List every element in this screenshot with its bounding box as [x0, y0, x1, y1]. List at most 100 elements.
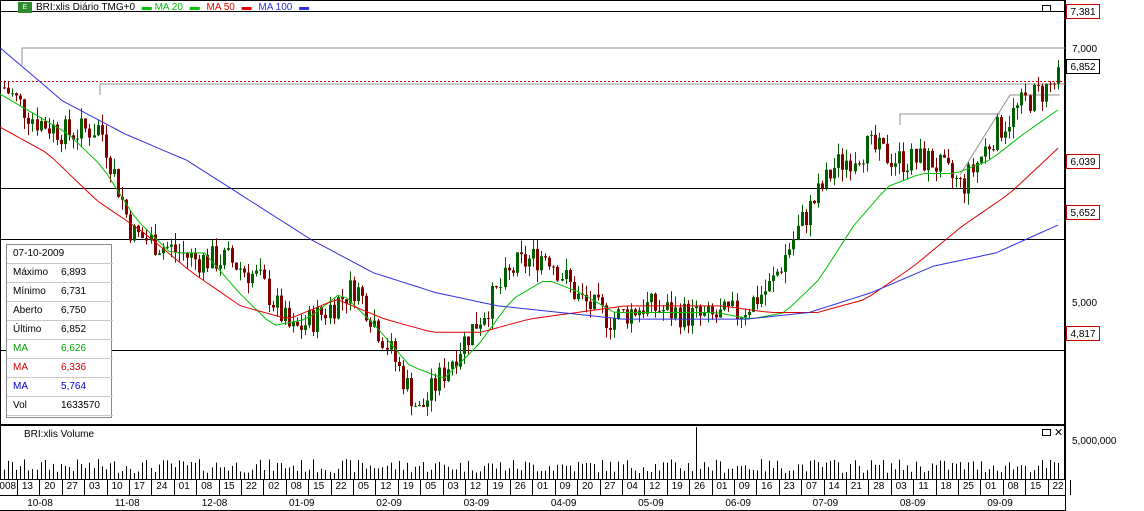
legend-ma20: ▬ MA 20 ▬ — [141, 2, 200, 14]
price-tag-last: 6,852 — [1066, 59, 1100, 74]
close-volume-pane-icon[interactable]: ✕ — [1054, 426, 1063, 439]
x-day-label: 01 — [985, 481, 997, 492]
candle-body — [84, 118, 87, 129]
candle-body — [841, 154, 844, 170]
candle-body — [886, 143, 889, 163]
candle-body — [88, 128, 91, 138]
data-window-row: MA 6,336 — [7, 359, 113, 378]
candle-body — [272, 304, 275, 308]
candle-body — [402, 365, 405, 390]
candle-body — [565, 270, 568, 280]
candle-body — [959, 178, 962, 180]
x-month-label: 09-09 — [987, 498, 1013, 509]
resistance-line — [899, 113, 1000, 125]
x-month-label: 06-09 — [725, 498, 751, 509]
candle-body — [1057, 67, 1060, 84]
candle-body — [1016, 105, 1019, 108]
candle-body — [691, 308, 694, 326]
candle-body — [939, 154, 942, 172]
candle-body — [931, 150, 934, 168]
candle-body — [463, 336, 466, 354]
candle-body — [898, 151, 901, 164]
candle-body — [471, 324, 474, 346]
x-month-label: 11-08 — [114, 498, 140, 509]
candle-body — [491, 285, 494, 319]
legend-ma100: MA 100 ▬ — [258, 2, 310, 14]
candle-body — [727, 301, 730, 307]
candle-body — [821, 183, 824, 189]
candle-body — [805, 211, 808, 226]
candle-body — [40, 121, 43, 131]
resistance-line — [21, 47, 1065, 65]
candle-body — [166, 246, 169, 248]
candle-body — [617, 309, 620, 319]
candle-body — [752, 297, 755, 312]
candle-body — [202, 254, 205, 273]
maximize-volume-pane-button[interactable] — [1042, 429, 1051, 436]
candle-body — [512, 270, 515, 273]
candle-body — [129, 214, 132, 241]
x-month-label: 03-09 — [463, 498, 490, 509]
candle-body — [809, 200, 812, 226]
candle-body — [837, 154, 840, 168]
candle-body — [113, 169, 116, 175]
candle-body — [170, 244, 173, 247]
candle-body — [381, 341, 384, 348]
data-window-value: 6,750 — [61, 305, 87, 316]
x-month-label: 05-09 — [638, 498, 664, 509]
x-day-label: 23 — [783, 481, 795, 492]
data-window-value: 6,731 — [61, 286, 87, 297]
candle-body — [227, 248, 230, 250]
x-day-label: 03 — [89, 481, 101, 492]
x-day-label: 21 — [850, 481, 862, 492]
candle-body — [919, 148, 922, 163]
candle-body — [1004, 131, 1007, 138]
x-day-label: 26 — [514, 481, 526, 492]
candle-body — [955, 178, 958, 180]
candle-body — [1041, 85, 1044, 102]
x-day-label: 27 — [604, 481, 616, 492]
candle-body — [854, 163, 857, 172]
x-day-label: 22 — [335, 481, 347, 492]
candle-body — [756, 297, 759, 304]
data-window-row: MA 5,764 — [7, 378, 113, 397]
candle-body — [536, 248, 539, 271]
candle-body — [915, 148, 918, 163]
data-window-value: 1633570 — [61, 400, 100, 411]
candle-body — [723, 301, 726, 310]
price-tag-high: 7,381 — [1066, 4, 1100, 19]
x-month-label: 07-09 — [812, 498, 839, 509]
candle-body — [597, 294, 600, 298]
x-day-label: 15 — [223, 481, 235, 492]
candle-body — [174, 244, 177, 253]
candle-body — [561, 279, 564, 281]
candle-body — [866, 135, 869, 164]
candle-body — [243, 268, 246, 273]
candle-body — [475, 324, 478, 329]
moving-average-line — [0, 47, 1059, 320]
candle-body — [870, 134, 873, 136]
x-day-label: 15 — [1030, 481, 1042, 492]
x-day-label: 12 — [469, 481, 482, 492]
data-window-key: Vol — [13, 400, 27, 411]
candle-body — [878, 137, 881, 150]
candle-body — [324, 314, 327, 319]
x-day-label: 24 — [156, 481, 168, 492]
legend-symbol: BRI:xlis Diário TMG+0 — [36, 2, 136, 14]
x-day-label: 11 — [918, 481, 929, 492]
candle-body — [577, 293, 580, 300]
x-month-label: 12-08 — [201, 498, 228, 509]
candle-body — [231, 248, 234, 263]
volume-axis-label: 5,000,000 — [1072, 436, 1117, 447]
maximize-price-pane-button[interactable] — [1042, 5, 1051, 12]
data-window-key: MA — [13, 343, 28, 354]
x-day-label: 18 — [940, 481, 952, 492]
candle-body — [1000, 117, 1003, 138]
candle-body — [426, 400, 429, 407]
candle-body — [211, 246, 214, 269]
candle-body — [194, 253, 197, 260]
data-window-row: Vol 1633570 — [7, 397, 113, 416]
candle-body — [626, 309, 629, 324]
x-day-label: 25 — [962, 481, 974, 492]
data-window-date: 07-10-2009 — [13, 248, 65, 259]
